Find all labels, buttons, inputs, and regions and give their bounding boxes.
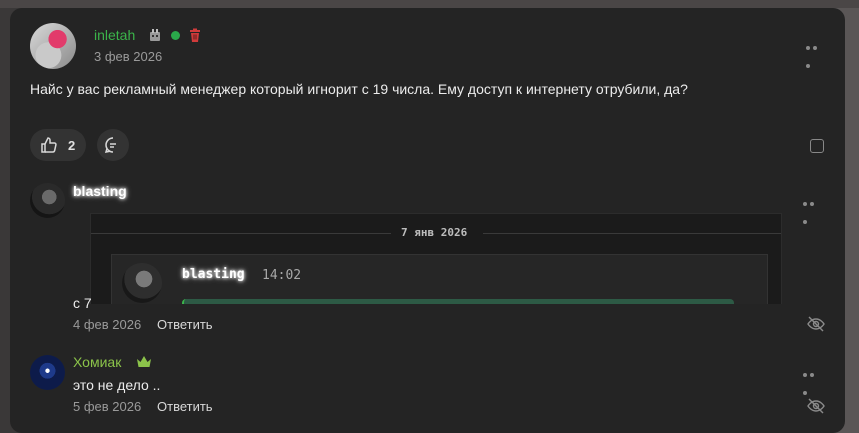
background-strip: [0, 0, 859, 8]
author-avatar[interactable]: [30, 23, 76, 69]
embed-time: 14:02: [262, 268, 302, 283]
comment-date: 4 фев 2026: [73, 317, 142, 332]
embed-avatar: [122, 263, 162, 303]
like-button[interactable]: 2: [30, 129, 86, 161]
comment-text: это не дело ..: [73, 377, 161, 393]
thumbs-up-icon: [40, 136, 58, 154]
post-card: inletah 3 фев 2026 Найс у вас рекламный …: [10, 8, 845, 433]
divider-line: [91, 233, 391, 234]
comment-author[interactable]: Хомиак: [73, 354, 121, 370]
embed-author: blasting: [182, 267, 245, 282]
hide-icon[interactable]: [807, 398, 825, 414]
select-checkbox[interactable]: [810, 139, 824, 153]
comment-menu-icon[interactable]: [803, 193, 823, 224]
comment-date: 5 фев 2026: [73, 399, 142, 414]
embed-message: blasting 14:02: [111, 254, 768, 304]
badge-icon: [148, 28, 162, 42]
comment-text: с 7: [73, 295, 92, 311]
embed-content-bar: [182, 299, 734, 304]
crown-icon: [136, 355, 152, 369]
reply-button[interactable]: Ответить: [157, 399, 213, 414]
divider-line: [483, 233, 781, 234]
comment-author[interactable]: blasting: [73, 183, 127, 199]
comment-button[interactable]: [97, 129, 129, 161]
reply-button[interactable]: Ответить: [157, 317, 213, 332]
post-date: 3 фев 2026: [94, 49, 163, 64]
like-count: 2: [68, 137, 76, 153]
hide-icon[interactable]: [807, 316, 825, 332]
post-text: Найс у вас рекламный менеджер который иг…: [30, 81, 688, 97]
author-name[interactable]: inletah: [94, 27, 135, 43]
quoted-message-embed: 7 янв 2026 blasting 14:02: [90, 213, 782, 304]
post-menu-icon[interactable]: [806, 37, 826, 68]
comment-avatar[interactable]: [30, 355, 65, 390]
embed-date-divider: 7 янв 2026: [401, 226, 468, 239]
comment-icon: [104, 136, 122, 154]
comment-menu-icon[interactable]: [803, 364, 823, 395]
comment-avatar[interactable]: [30, 183, 65, 218]
trash-icon[interactable]: [188, 28, 202, 42]
online-status-icon: [171, 31, 180, 40]
